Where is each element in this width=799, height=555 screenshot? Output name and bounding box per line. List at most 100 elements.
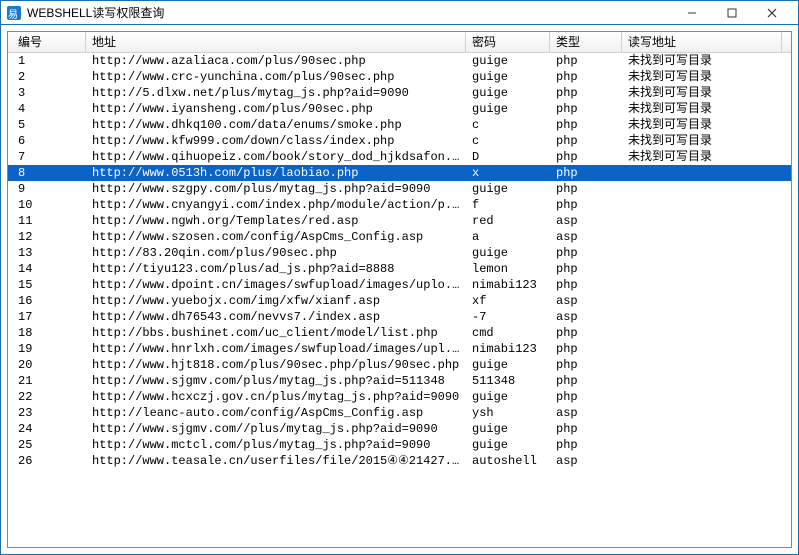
cell-number: 19 <box>8 341 86 357</box>
cell-type: php <box>550 373 622 389</box>
cell-url: http://www.hnrlxh.com/images/swfupload/i… <box>86 341 466 357</box>
table-row[interactable]: 21http://www.sjgmv.com/plus/mytag_js.php… <box>8 373 791 389</box>
cell-rw <box>622 277 782 293</box>
table-row[interactable]: 14http://tiyu123.com/plus/ad_js.php?aid=… <box>8 261 791 277</box>
table-row[interactable]: 26http://www.teasale.cn/userfiles/file/2… <box>8 453 791 469</box>
cell-url: http://83.20qin.com/plus/90sec.php <box>86 245 466 261</box>
close-button[interactable] <box>752 2 792 24</box>
cell-type: php <box>550 133 622 149</box>
table-row[interactable]: 18http://bbs.bushinet.com/uc_client/mode… <box>8 325 791 341</box>
cell-password: red <box>466 213 550 229</box>
cell-type: asp <box>550 229 622 245</box>
table-row[interactable]: 11http://www.ngwh.org/Templates/red.aspr… <box>8 213 791 229</box>
titlebar[interactable]: WEBSHELL读写权限查询 <box>1 1 798 25</box>
table-row[interactable]: 7http://www.qihuopeiz.com/book/story_dod… <box>8 149 791 165</box>
cell-number: 12 <box>8 229 86 245</box>
cell-url: http://www.iyansheng.com/plus/90sec.php <box>86 101 466 117</box>
table-row[interactable]: 5http://www.dhkq100.com/data/enums/smoke… <box>8 117 791 133</box>
table-row[interactable]: 23http://leanc-auto.com/config/AspCms_Co… <box>8 405 791 421</box>
app-window: WEBSHELL读写权限查询 编号 地址 密码 类型 读写地址 1http://… <box>0 0 799 555</box>
cell-number: 9 <box>8 181 86 197</box>
column-header-rw[interactable]: 读写地址 <box>622 32 782 52</box>
column-header-type[interactable]: 类型 <box>550 32 622 52</box>
cell-type: asp <box>550 453 622 469</box>
column-header-url[interactable]: 地址 <box>86 32 466 52</box>
minimize-button[interactable] <box>672 2 712 24</box>
cell-url: http://www.szosen.com/config/AspCms_Conf… <box>86 229 466 245</box>
cell-password: guige <box>466 421 550 437</box>
cell-number: 10 <box>8 197 86 213</box>
cell-url: http://www.dhkq100.com/data/enums/smoke.… <box>86 117 466 133</box>
cell-type: php <box>550 53 622 69</box>
cell-rw <box>622 373 782 389</box>
cell-number: 26 <box>8 453 86 469</box>
cell-url: http://tiyu123.com/plus/ad_js.php?aid=88… <box>86 261 466 277</box>
cell-number: 23 <box>8 405 86 421</box>
cell-url: http://www.0513h.com/plus/laobiao.php <box>86 165 466 181</box>
cell-rw <box>622 437 782 453</box>
cell-number: 7 <box>8 149 86 165</box>
cell-type: asp <box>550 309 622 325</box>
cell-type: php <box>550 181 622 197</box>
cell-rw: 未找到可写目录 <box>622 53 782 69</box>
cell-rw: 未找到可写目录 <box>622 69 782 85</box>
column-header-number[interactable]: 编号 <box>8 32 86 52</box>
cell-number: 24 <box>8 421 86 437</box>
table-row[interactable]: 20http://www.hjt818.com/plus/90sec.php/p… <box>8 357 791 373</box>
cell-url: http://www.ngwh.org/Templates/red.asp <box>86 213 466 229</box>
table-row[interactable]: 8http://www.0513h.com/plus/laobiao.phpxp… <box>8 165 791 181</box>
cell-type: php <box>550 117 622 133</box>
column-header-password[interactable]: 密码 <box>466 32 550 52</box>
cell-number: 14 <box>8 261 86 277</box>
table-row[interactable]: 3http://5.dlxw.net/plus/mytag_js.php?aid… <box>8 85 791 101</box>
table-row[interactable]: 24http://www.sjgmv.com//plus/mytag_js.ph… <box>8 421 791 437</box>
table-row[interactable]: 17http://www.dh76543.com/nevvs7./index.a… <box>8 309 791 325</box>
cell-password: c <box>466 133 550 149</box>
listview[interactable]: 编号 地址 密码 类型 读写地址 1http://www.azaliaca.co… <box>7 31 792 548</box>
cell-rw <box>622 229 782 245</box>
table-row[interactable]: 9http://www.szgpy.com/plus/mytag_js.php?… <box>8 181 791 197</box>
cell-rw: 未找到可写目录 <box>622 85 782 101</box>
cell-password: autoshell <box>466 453 550 469</box>
maximize-button[interactable] <box>712 2 752 24</box>
table-row[interactable]: 22http://www.hcxczj.gov.cn/plus/mytag_js… <box>8 389 791 405</box>
cell-type: php <box>550 149 622 165</box>
table-row[interactable]: 2http://www.crc-yunchina.com/plus/90sec.… <box>8 69 791 85</box>
cell-number: 25 <box>8 437 86 453</box>
table-row[interactable]: 13http://83.20qin.com/plus/90sec.phpguig… <box>8 245 791 261</box>
cell-number: 6 <box>8 133 86 149</box>
cell-number: 5 <box>8 117 86 133</box>
table-row[interactable]: 1http://www.azaliaca.com/plus/90sec.phpg… <box>8 53 791 69</box>
table-row[interactable]: 12http://www.szosen.com/config/AspCms_Co… <box>8 229 791 245</box>
cell-url: http://www.dpoint.cn/images/swfupload/im… <box>86 277 466 293</box>
cell-url: http://5.dlxw.net/plus/mytag_js.php?aid=… <box>86 85 466 101</box>
cell-url: http://leanc-auto.com/config/AspCms_Conf… <box>86 405 466 421</box>
cell-rw <box>622 293 782 309</box>
cell-number: 3 <box>8 85 86 101</box>
cell-type: php <box>550 437 622 453</box>
table-row[interactable]: 10http://www.cnyangyi.com/index.php/modu… <box>8 197 791 213</box>
table-row[interactable]: 15http://www.dpoint.cn/images/swfupload/… <box>8 277 791 293</box>
cell-password: xf <box>466 293 550 309</box>
table-row[interactable]: 16http://www.yuebojx.com/img/xfw/xianf.a… <box>8 293 791 309</box>
cell-number: 16 <box>8 293 86 309</box>
cell-rw: 未找到可写目录 <box>622 149 782 165</box>
cell-rw <box>622 325 782 341</box>
cell-number: 13 <box>8 245 86 261</box>
cell-type: php <box>550 245 622 261</box>
cell-password: x <box>466 165 550 181</box>
table-row[interactable]: 4http://www.iyansheng.com/plus/90sec.php… <box>8 101 791 117</box>
cell-type: php <box>550 357 622 373</box>
cell-type: asp <box>550 293 622 309</box>
table-row[interactable]: 19http://www.hnrlxh.com/images/swfupload… <box>8 341 791 357</box>
cell-url: http://www.qihuopeiz.com/book/story_dod_… <box>86 149 466 165</box>
cell-number: 22 <box>8 389 86 405</box>
table-row[interactable]: 6http://www.kfw999.com/down/class/index.… <box>8 133 791 149</box>
cell-password: guige <box>466 389 550 405</box>
table-row[interactable]: 25http://www.mctcl.com/plus/mytag_js.php… <box>8 437 791 453</box>
cell-type: php <box>550 165 622 181</box>
cell-rw <box>622 357 782 373</box>
cell-password: guige <box>466 85 550 101</box>
cell-url: http://www.azaliaca.com/plus/90sec.php <box>86 53 466 69</box>
cell-url: http://www.kfw999.com/down/class/index.p… <box>86 133 466 149</box>
